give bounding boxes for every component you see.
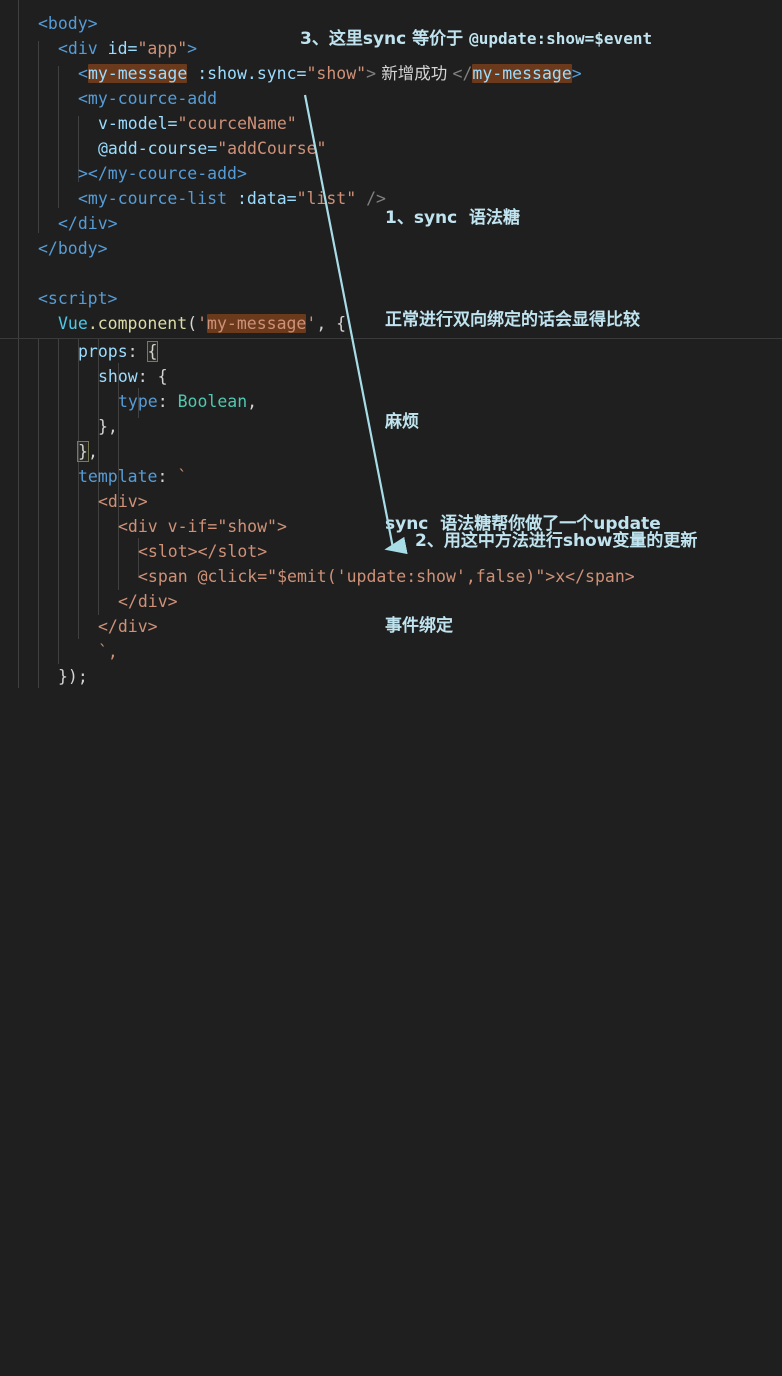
arrow-line [303,94,408,555]
annotation-arrow [303,94,408,555]
code-editor[interactable]: <body> <div id="app"> <my-message :show.… [0,0,782,688]
